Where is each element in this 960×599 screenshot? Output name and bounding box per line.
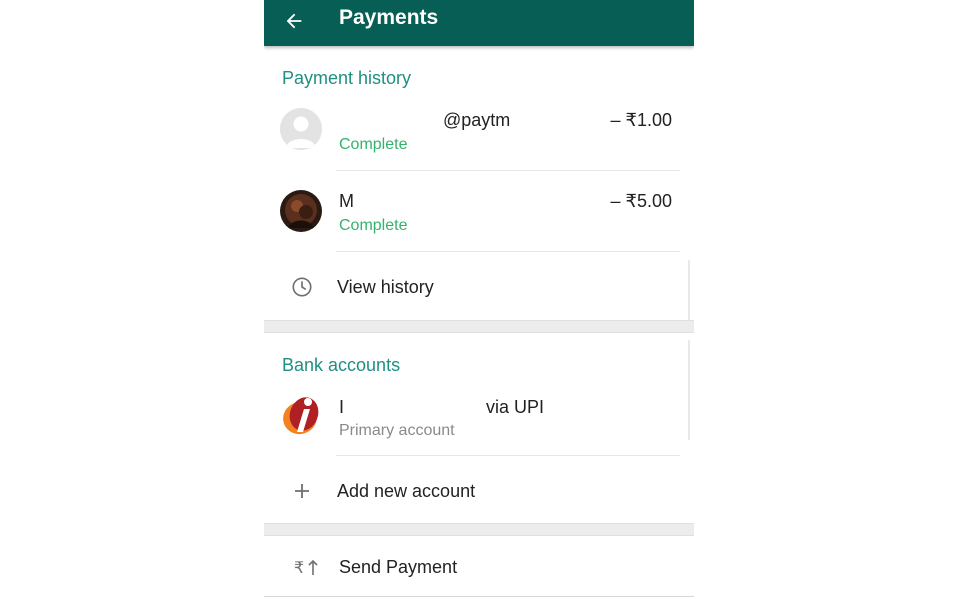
divider [336, 170, 680, 171]
add-new-account-button[interactable]: Add new account [264, 466, 694, 516]
scroll-rail [688, 260, 690, 320]
add-new-account-label: Add new account [337, 481, 476, 501]
page-title: Payments [339, 6, 439, 29]
divider [336, 455, 680, 456]
app-bar: Payments [264, 0, 694, 46]
send-payment-label: Send Payment [339, 557, 458, 577]
arrow-left-icon [286, 13, 302, 29]
view-history-button[interactable]: View history [264, 262, 694, 312]
icici-logo-icon [280, 392, 324, 438]
amount-text: – ₹5.00 [610, 191, 673, 211]
clock-icon [290, 275, 314, 299]
bank-accounts-header: Bank accounts [282, 355, 401, 375]
status-text: Complete [339, 217, 408, 234]
back-button[interactable] [280, 7, 308, 35]
payments-screen: Payments Payment history @paytm Complete… [264, 0, 694, 599]
default-avatar-icon [280, 108, 322, 150]
plus-icon [290, 479, 314, 503]
view-history-label: View history [337, 277, 434, 297]
rupee-send-icon: ₹ [292, 555, 322, 579]
send-payment-button[interactable]: ₹ Send Payment [264, 542, 694, 592]
bank-method: via UPI [486, 397, 545, 417]
amount-text: – ₹1.00 [610, 110, 673, 130]
payment-history-header: Payment history [282, 68, 412, 88]
scroll-rail [688, 340, 690, 440]
status-text: Complete [339, 136, 408, 153]
bottom-divider [264, 596, 694, 597]
payee-name: M [339, 191, 354, 211]
payee-name: @paytm [443, 110, 511, 130]
section-separator [264, 523, 694, 536]
photo-avatar [280, 190, 322, 232]
section-separator [264, 320, 694, 333]
divider [336, 251, 680, 252]
bank-name-prefix: I [339, 397, 345, 417]
svg-text:₹: ₹ [294, 558, 304, 577]
primary-account-label: Primary account [339, 422, 455, 439]
